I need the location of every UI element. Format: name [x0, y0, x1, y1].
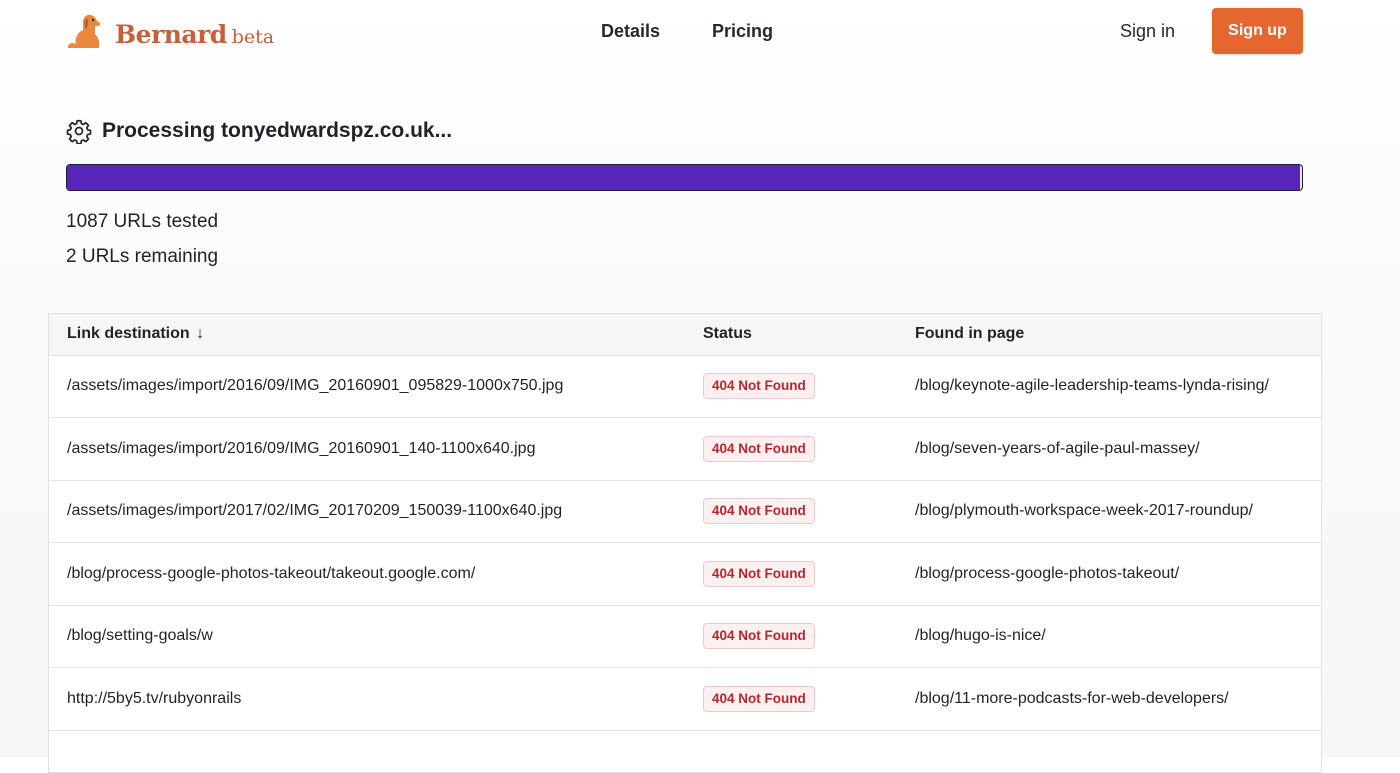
status-badge: 404 Not Found	[703, 685, 815, 712]
table-body: /assets/images/import/2016/09/IMG_201609…	[49, 355, 1321, 772]
status-badge: 404 Not Found	[703, 435, 815, 462]
found-in-page-cell[interactable]: /blog/seven-years-of-agile-paul-massey/	[915, 417, 1321, 481]
link-destination-cell[interactable]: http://5by5.tv/rubyonrails	[49, 667, 703, 731]
status-cell: 404 Not Found	[703, 542, 915, 606]
status-badge: 404 Not Found	[703, 560, 815, 587]
nav-pricing[interactable]: Pricing	[712, 20, 773, 42]
link-destination-cell[interactable]: /blog/setting-goals/w	[49, 605, 703, 668]
brand-name: Bernard	[115, 20, 227, 49]
link-destination-cell[interactable]	[49, 730, 703, 772]
progress-bar	[66, 164, 1303, 191]
link-destination-cell[interactable]: /assets/images/import/2016/09/IMG_201609…	[49, 417, 703, 481]
column-header-status[interactable]: Status	[703, 314, 915, 356]
found-in-page-cell[interactable]: /blog/keynote-agile-leadership-teams-lyn…	[915, 355, 1321, 418]
urls-tested-text: 1087 URLs tested	[66, 211, 219, 232]
status-cell: 404 Not Found	[703, 480, 915, 543]
status-badge: 404 Not Found	[703, 373, 815, 400]
status-cell	[703, 730, 915, 772]
found-in-page-cell[interactable]: /blog/11-more-podcasts-for-web-developer…	[915, 667, 1321, 731]
found-in-page-cell[interactable]	[915, 730, 1321, 772]
link-destination-cell[interactable]: /assets/images/import/2016/09/IMG_201609…	[49, 355, 703, 418]
brand-logo[interactable]: Bernard beta	[66, 12, 274, 50]
table-row[interactable]: /assets/images/import/2016/09/IMG_201609…	[49, 355, 1321, 418]
processing-header: Processing tonyedwardspz.co.uk...	[66, 118, 452, 144]
urls-remaining-text: 2 URLs remaining	[66, 246, 219, 267]
top-header: Bernard beta Details Pricing Sign in Sig…	[0, 0, 1400, 62]
table-row[interactable]: /blog/process-google-photos-takeout/take…	[49, 542, 1321, 606]
table-row[interactable]: /assets/images/import/2016/09/IMG_201609…	[49, 417, 1321, 481]
status-cell: 404 Not Found	[703, 417, 915, 481]
column-header-found[interactable]: Found in page	[915, 314, 1321, 356]
results-table: Link destination ↓ Status Found in page …	[48, 313, 1322, 773]
table-row[interactable]	[49, 730, 1321, 772]
status-cell: 404 Not Found	[703, 667, 915, 731]
table-row[interactable]: /blog/setting-goals/w 404 Not Found/blog/…	[49, 605, 1321, 668]
nav-details[interactable]: Details	[601, 20, 660, 42]
found-in-page-cell[interactable]: /blog/plymouth-workspace-week-2017-round…	[915, 480, 1321, 543]
table-row[interactable]: http://5by5.tv/rubyonrails 404 Not Found /…	[49, 667, 1321, 731]
dog-logo-icon	[68, 14, 101, 48]
status-badge: 404 Not Found	[703, 623, 815, 650]
status-cell: 404 Not Found	[703, 605, 915, 668]
progress-fill	[67, 165, 1300, 190]
link-destination-cell[interactable]: /blog/process-google-photos-takeout/take…	[49, 542, 703, 606]
gear-icon	[66, 119, 92, 144]
table-row[interactable]: /assets/images/import/2017/02/IMG_201702…	[49, 480, 1321, 543]
processing-title: Processing tonyedwardspz.co.uk...	[102, 119, 453, 142]
column-header-link-label: Link destination	[67, 325, 190, 343]
link-destination-cell[interactable]: /assets/images/import/2017/02/IMG_201702…	[49, 480, 703, 543]
beta-label: beta	[231, 26, 275, 48]
sort-arrow-icon[interactable]: ↓	[196, 325, 204, 342]
column-header-link[interactable]: Link destination ↓	[49, 314, 703, 356]
status-badge: 404 Not Found	[703, 498, 815, 525]
table-header-row: Link destination ↓ Status Found in page	[49, 314, 1321, 356]
found-in-page-cell[interactable]: /blog/hugo-is-nice/	[915, 605, 1321, 668]
found-in-page-cell[interactable]: /blog/process-google-photos-takeout/	[915, 542, 1321, 606]
sign-in-link[interactable]: Sign in	[1120, 20, 1175, 42]
sign-up-button[interactable]: Sign up	[1212, 8, 1303, 54]
status-cell: 404 Not Found	[703, 355, 915, 418]
